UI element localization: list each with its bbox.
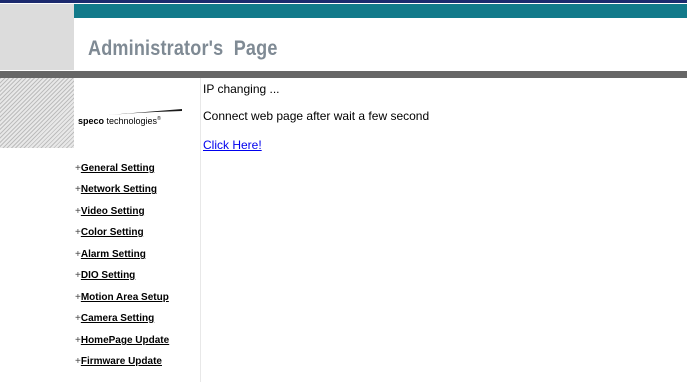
sidebar-item-label[interactable]: Network Setting	[81, 184, 157, 195]
click-here-link[interactable]: Click Here!	[203, 138, 262, 152]
instruction-message: Connect web page after wait a few second	[203, 109, 430, 123]
sidebar-item-label[interactable]: Firmware Update	[81, 356, 162, 367]
sidebar-item-label[interactable]: Video Setting	[81, 206, 145, 217]
sidebar-item-label[interactable]: DIO Setting	[81, 270, 135, 281]
status-message: IP changing ...	[203, 82, 280, 96]
sidebar-item-camera-setting[interactable]: +Camera Setting	[75, 313, 154, 325]
sidebar-item-video-setting[interactable]: +Video Setting	[75, 206, 145, 218]
speco-logo: speco technologies®	[78, 108, 183, 128]
sidebar-item-label[interactable]: General Setting	[81, 163, 155, 174]
sidebar-item-firmware-update[interactable]: +Firmware Update	[75, 356, 162, 368]
logo-registered: ®	[157, 116, 161, 122]
sidebar-item-color-setting[interactable]: +Color Setting	[75, 227, 144, 239]
sidebar-item-label[interactable]: Alarm Setting	[81, 249, 146, 260]
header-teal-band	[74, 4, 687, 18]
header-divider-bar	[0, 71, 687, 78]
sidebar-item-label[interactable]: Camera Setting	[81, 313, 154, 324]
admin-page: Administrator's Page speco technologies®…	[0, 0, 687, 382]
page-title: Administrator's Page	[88, 37, 278, 60]
sidebar-item-motion-area-setup[interactable]: +Motion Area Setup	[75, 292, 169, 304]
logo-text: speco technologies®	[78, 116, 161, 126]
sidebar-item-general-setting[interactable]: +General Setting	[75, 163, 155, 175]
hatched-panel	[0, 78, 74, 148]
logo-brand-bold: speco	[78, 116, 105, 126]
logo-brand-rest: technologies	[104, 116, 158, 126]
sidebar-item-label[interactable]: HomePage Update	[81, 335, 169, 346]
sidebar-item-dio-setting[interactable]: +DIO Setting	[75, 270, 135, 282]
logo-swoosh-icon	[108, 109, 182, 115]
sidebar-divider	[200, 78, 201, 382]
sidebar-item-label[interactable]: Motion Area Setup	[81, 292, 169, 303]
sidebar-item-label[interactable]: Color Setting	[81, 227, 144, 238]
header-left-block	[0, 4, 74, 70]
sidebar-item-network-setting[interactable]: +Network Setting	[75, 184, 157, 196]
sidebar-item-homepage-update[interactable]: +HomePage Update	[75, 335, 169, 347]
sidebar-item-alarm-setting[interactable]: +Alarm Setting	[75, 249, 146, 261]
